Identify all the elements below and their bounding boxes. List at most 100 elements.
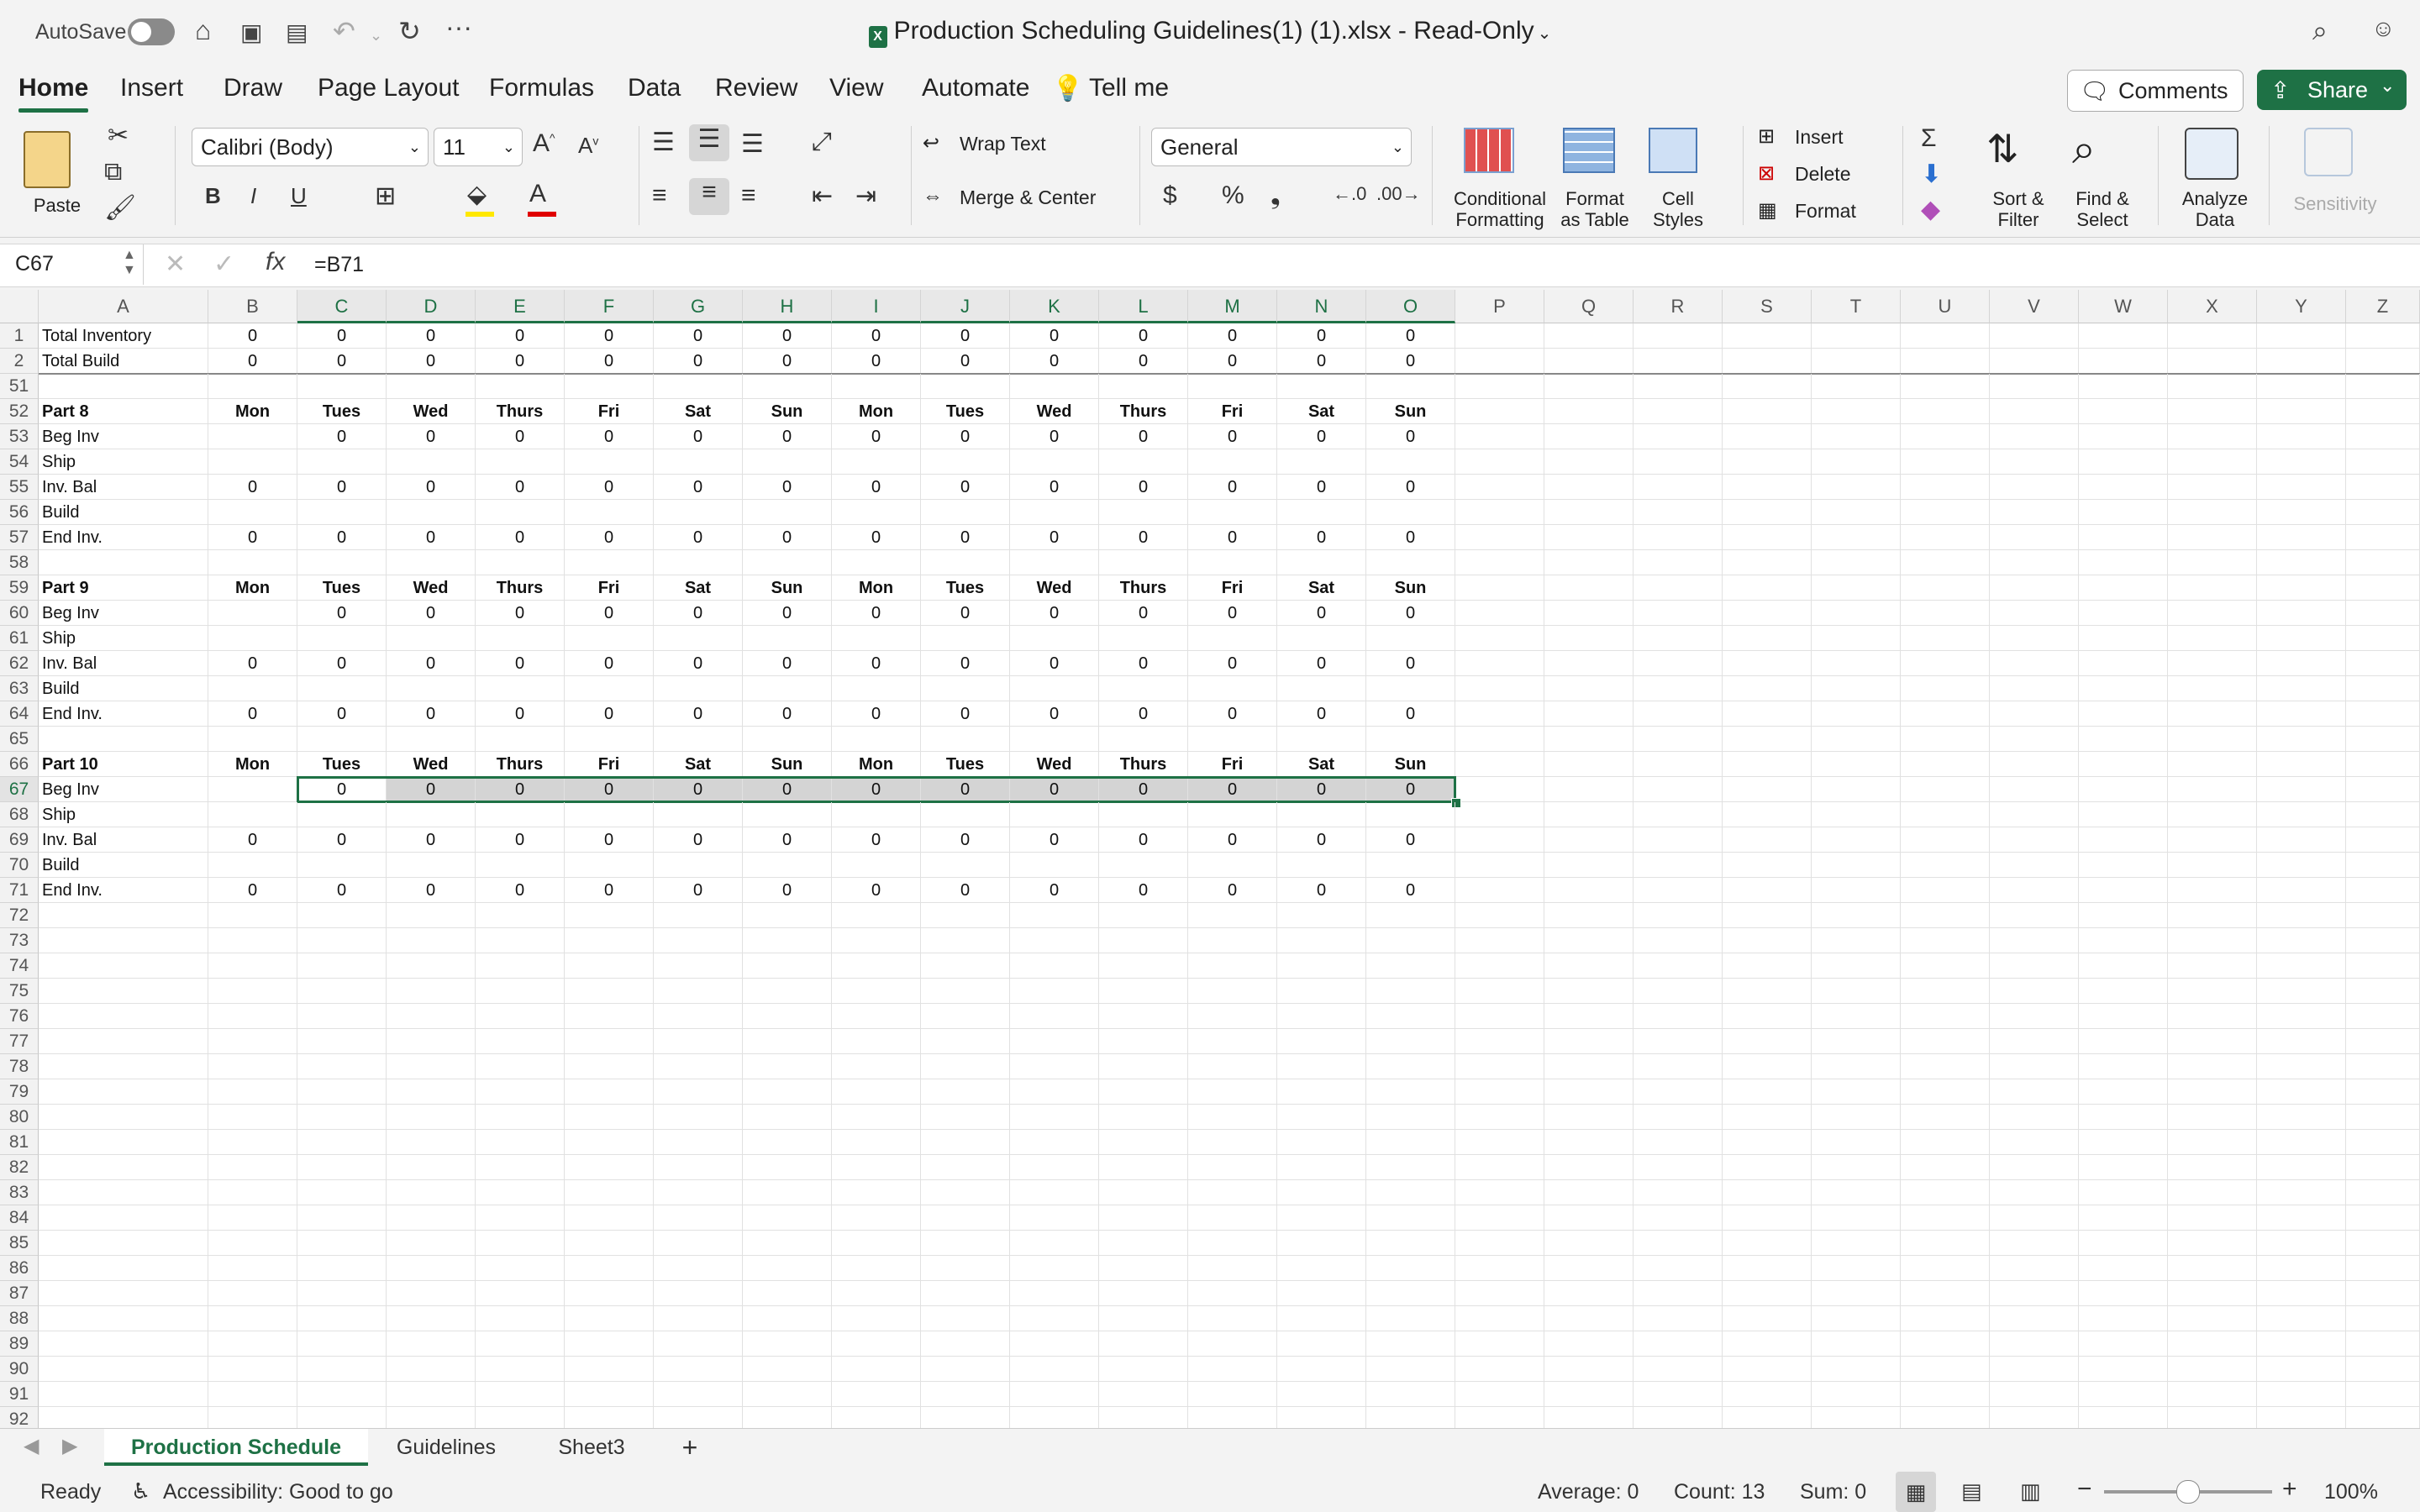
cell-p53[interactable] <box>1455 424 1544 449</box>
cell-z77[interactable] <box>2346 1029 2420 1054</box>
cell-k78[interactable] <box>1010 1054 1099 1079</box>
row-header-74[interactable]: 74 <box>0 953 39 979</box>
cell-s73[interactable] <box>1723 928 1812 953</box>
cell-o64[interactable]: 0 <box>1366 701 1455 727</box>
cell-z70[interactable] <box>2346 853 2420 878</box>
cell-m72[interactable] <box>1188 903 1277 928</box>
cell-g74[interactable] <box>654 953 743 979</box>
cell-s69[interactable] <box>1723 827 1812 853</box>
cell-z73[interactable] <box>2346 928 2420 953</box>
cell-k66[interactable]: Wed <box>1010 752 1099 777</box>
cell-l80[interactable] <box>1099 1105 1188 1130</box>
cell-q61[interactable] <box>1544 626 1634 651</box>
cell-k64[interactable]: 0 <box>1010 701 1099 727</box>
cell-s85[interactable] <box>1723 1231 1812 1256</box>
cell-j53[interactable]: 0 <box>921 424 1010 449</box>
merge-center-button[interactable]: ⇔ Merge & Center <box>923 185 1124 215</box>
cell-x82[interactable] <box>2168 1155 2257 1180</box>
cell-m68[interactable] <box>1188 802 1277 827</box>
cell-b1[interactable]: 0 <box>208 323 297 349</box>
cell-n60[interactable]: 0 <box>1277 601 1366 626</box>
cell-c83[interactable] <box>297 1180 387 1205</box>
cell-w85[interactable] <box>2079 1231 2168 1256</box>
cell-r54[interactable] <box>1634 449 1723 475</box>
cell-s57[interactable] <box>1723 525 1812 550</box>
cell-u81[interactable] <box>1901 1130 1990 1155</box>
cell-r56[interactable] <box>1634 500 1723 525</box>
cell-j70[interactable] <box>921 853 1010 878</box>
cell-w64[interactable] <box>2079 701 2168 727</box>
cell-q83[interactable] <box>1544 1180 1634 1205</box>
cell-m69[interactable]: 0 <box>1188 827 1277 853</box>
cell-l73[interactable] <box>1099 928 1188 953</box>
cell-p74[interactable] <box>1455 953 1544 979</box>
cell-k71[interactable]: 0 <box>1010 878 1099 903</box>
cell-e59[interactable]: Thurs <box>476 575 565 601</box>
cell-i69[interactable]: 0 <box>832 827 921 853</box>
percent-button[interactable]: % <box>1222 181 1244 210</box>
column-header-h[interactable]: H <box>743 290 832 323</box>
cell-g73[interactable] <box>654 928 743 953</box>
column-header-v[interactable]: V <box>1990 290 2079 323</box>
cell-y65[interactable] <box>2257 727 2346 752</box>
cell-r90[interactable] <box>1634 1357 1723 1382</box>
cell-z59[interactable] <box>2346 575 2420 601</box>
cell-u64[interactable] <box>1901 701 1990 727</box>
cell-q85[interactable] <box>1544 1231 1634 1256</box>
cell-q70[interactable] <box>1544 853 1634 878</box>
cell-q69[interactable] <box>1544 827 1634 853</box>
cell-a85[interactable] <box>39 1231 208 1256</box>
cell-w67[interactable] <box>2079 777 2168 802</box>
cell-k57[interactable]: 0 <box>1010 525 1099 550</box>
cell-u73[interactable] <box>1901 928 1990 953</box>
cell-g2[interactable]: 0 <box>654 349 743 374</box>
cell-z76[interactable] <box>2346 1004 2420 1029</box>
cell-i90[interactable] <box>832 1357 921 1382</box>
cell-a58[interactable] <box>39 550 208 575</box>
cell-l82[interactable] <box>1099 1155 1188 1180</box>
cell-b69[interactable]: 0 <box>208 827 297 853</box>
cell-v83[interactable] <box>1990 1180 2079 1205</box>
cell-y59[interactable] <box>2257 575 2346 601</box>
cell-e58[interactable] <box>476 550 565 575</box>
cell-x64[interactable] <box>2168 701 2257 727</box>
cell-z89[interactable] <box>2346 1331 2420 1357</box>
cell-e75[interactable] <box>476 979 565 1004</box>
cell-x60[interactable] <box>2168 601 2257 626</box>
cell-a91[interactable] <box>39 1382 208 1407</box>
cell-m80[interactable] <box>1188 1105 1277 1130</box>
cell-r53[interactable] <box>1634 424 1723 449</box>
row-header-59[interactable]: 59 <box>0 575 39 601</box>
zoom-slider-thumb[interactable] <box>2176 1480 2200 1504</box>
cell-a77[interactable] <box>39 1029 208 1054</box>
cell-t81[interactable] <box>1812 1130 1901 1155</box>
cell-c62[interactable]: 0 <box>297 651 387 676</box>
cell-f84[interactable] <box>565 1205 654 1231</box>
cell-h70[interactable] <box>743 853 832 878</box>
cell-y53[interactable] <box>2257 424 2346 449</box>
cell-x69[interactable] <box>2168 827 2257 853</box>
cell-s86[interactable] <box>1723 1256 1812 1281</box>
cell-w91[interactable] <box>2079 1382 2168 1407</box>
cell-t89[interactable] <box>1812 1331 1901 1357</box>
cell-f71[interactable]: 0 <box>565 878 654 903</box>
cell-m77[interactable] <box>1188 1029 1277 1054</box>
cell-k72[interactable] <box>1010 903 1099 928</box>
cell-f77[interactable] <box>565 1029 654 1054</box>
cell-k58[interactable] <box>1010 550 1099 575</box>
cell-z64[interactable] <box>2346 701 2420 727</box>
window-title[interactable]: X Production Scheduling Guidelines(1) (1)… <box>0 17 2420 48</box>
bold-button[interactable]: B <box>205 183 221 209</box>
row-header-75[interactable]: 75 <box>0 979 39 1004</box>
cell-a76[interactable] <box>39 1004 208 1029</box>
cell-f76[interactable] <box>565 1004 654 1029</box>
cell-k80[interactable] <box>1010 1105 1099 1130</box>
cell-y88[interactable] <box>2257 1306 2346 1331</box>
cell-s67[interactable] <box>1723 777 1812 802</box>
cell-b55[interactable]: 0 <box>208 475 297 500</box>
sort-filter-button[interactable]: ⇅ Sort & Filter <box>1976 124 2064 234</box>
decrease-indent-icon[interactable]: ⇤ <box>812 181 833 211</box>
cell-s62[interactable] <box>1723 651 1812 676</box>
cell-f56[interactable] <box>565 500 654 525</box>
tell-me[interactable]: Tell me <box>1089 74 1169 102</box>
